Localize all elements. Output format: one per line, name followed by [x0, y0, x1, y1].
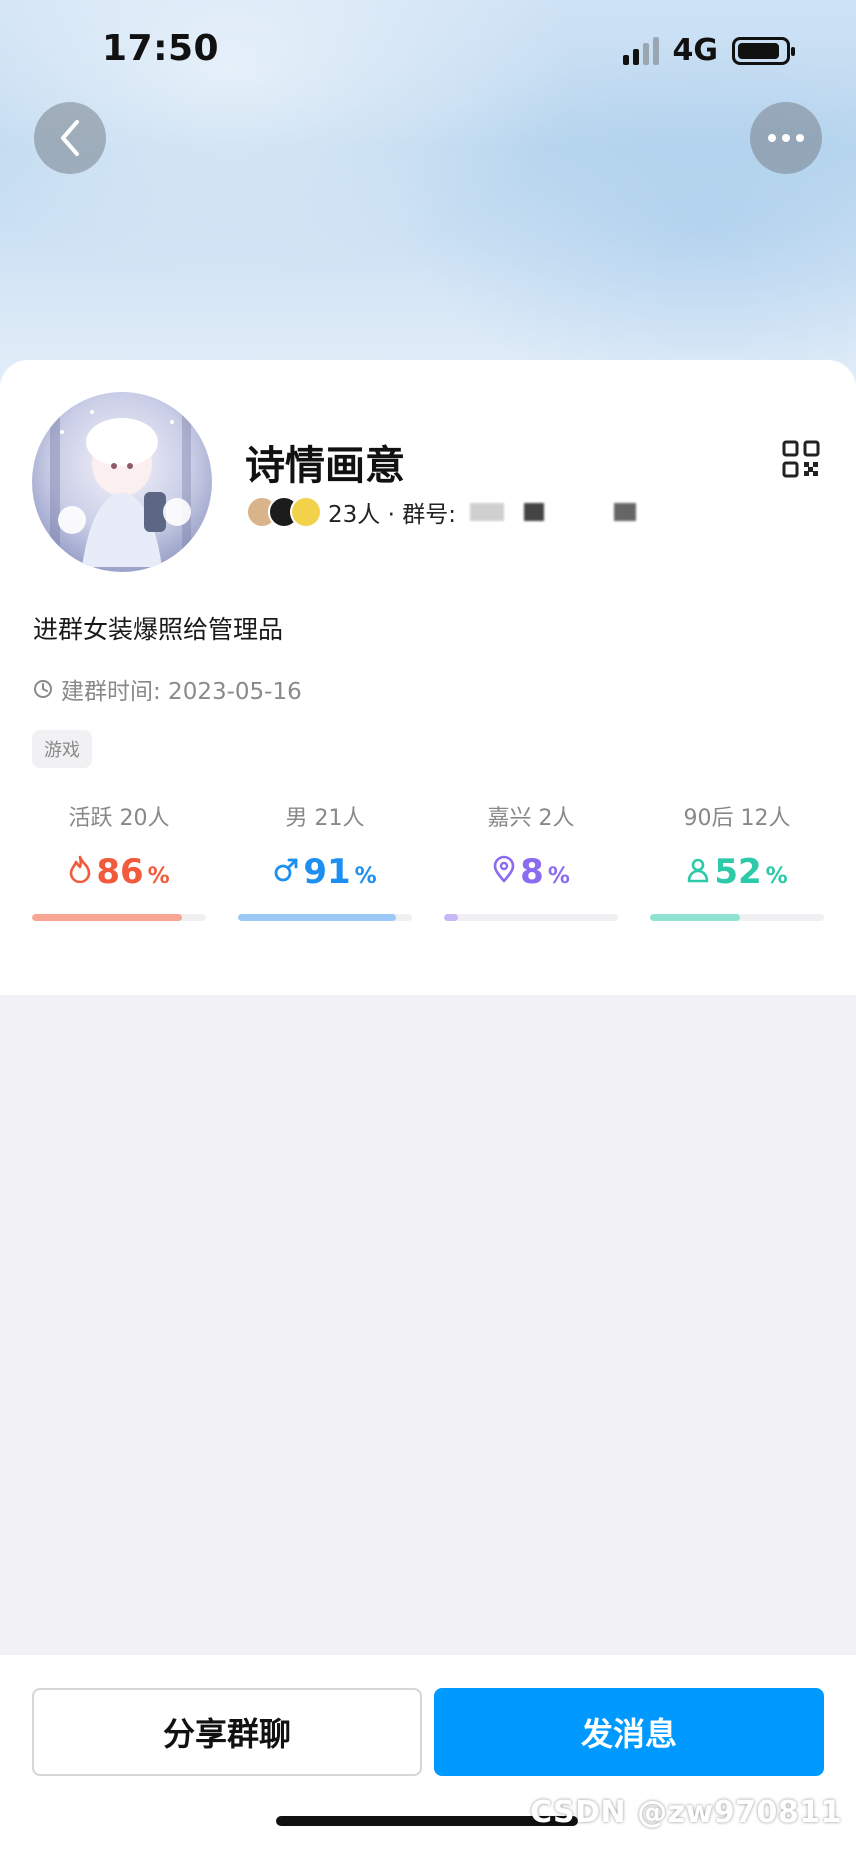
stat-progress-fill	[444, 914, 458, 921]
member-count: 23人 · 群号:	[328, 502, 456, 528]
member-info-row[interactable]: 23人 · 群号:	[246, 495, 636, 529]
more-button[interactable]	[750, 102, 822, 174]
flame-icon	[70, 855, 91, 883]
redacted-group-id	[613, 503, 636, 521]
group-name: 诗情画意	[245, 443, 405, 489]
category-tag[interactable]: 游戏	[32, 730, 92, 768]
status-time: 17:50	[102, 28, 220, 69]
group-avatar[interactable]	[32, 392, 212, 572]
stat-label: 90后 12人	[683, 806, 791, 831]
stat-progress-bar	[32, 914, 206, 921]
chevron-left-icon	[61, 120, 79, 156]
group-stats: 活跃 20人 86 % 男 21人 91 % 嘉兴 2人 8 % 90后 12人…	[32, 800, 824, 921]
stat-progress-fill	[650, 914, 741, 921]
created-date: 建群时间: 2023-05-16	[33, 672, 302, 706]
battery-icon	[732, 36, 795, 65]
stat-progress-bar	[238, 914, 412, 921]
redacted-group-id	[469, 503, 504, 521]
stat-unit: %	[547, 864, 570, 889]
stat-value: 86 %	[68, 852, 170, 892]
stat-progress-bar	[444, 914, 618, 921]
cellular-signal-icon	[622, 36, 659, 65]
person-icon	[688, 858, 709, 883]
stat-unit: %	[765, 864, 788, 889]
stat-progress-fill	[32, 914, 182, 921]
male-icon	[274, 858, 298, 882]
stat-unit: %	[354, 864, 377, 889]
stat-label: 嘉兴 2人	[487, 806, 575, 831]
stat-active[interactable]: 活跃 20人 86 %	[32, 800, 206, 921]
stat-male[interactable]: 男 21人 91 %	[238, 800, 412, 921]
stat-number: 52	[714, 852, 762, 892]
member-avatar	[290, 496, 322, 528]
stat-progress-fill	[238, 914, 397, 921]
stat-label: 男 21人	[285, 806, 365, 831]
redacted-group-id	[523, 503, 544, 521]
stat-unit: %	[147, 864, 170, 889]
watermark: CSDN @zw970811	[529, 1795, 842, 1830]
qr-code-icon[interactable]	[782, 440, 820, 478]
back-button[interactable]	[34, 102, 106, 174]
created-date-text: 建群时间: 2023-05-16	[61, 679, 302, 705]
bottom-action-bar: 分享群聊 发消息 CSDN @zw970811	[0, 1655, 856, 1852]
stat-number: 8	[520, 852, 544, 892]
stat-number: 91	[303, 852, 351, 892]
stat-age[interactable]: 90后 12人 52 %	[650, 800, 824, 921]
member-avatars	[246, 496, 322, 528]
stat-value: 8 %	[492, 852, 570, 892]
network-type: 4G	[672, 33, 719, 68]
stat-number: 86	[96, 852, 144, 892]
stat-location[interactable]: 嘉兴 2人 8 %	[444, 800, 618, 921]
status-bar-right: 4G	[622, 33, 795, 68]
group-info-card: 诗情画意 23人 · 群号: 进群女装爆照给管理品 建群时间: 2023-05-…	[0, 360, 856, 995]
send-message-button[interactable]: 发消息	[434, 1688, 824, 1776]
group-description: 进群女装爆照给管理品	[33, 615, 284, 644]
clock-icon	[34, 680, 52, 698]
stat-value: 91 %	[273, 852, 377, 892]
more-dots-icon	[768, 134, 804, 142]
stat-progress-bar	[650, 914, 824, 921]
stat-value: 52 %	[686, 852, 788, 892]
location-pin-icon	[493, 855, 515, 883]
share-group-button[interactable]: 分享群聊	[32, 1688, 422, 1776]
stat-label: 活跃 20人	[68, 806, 170, 831]
